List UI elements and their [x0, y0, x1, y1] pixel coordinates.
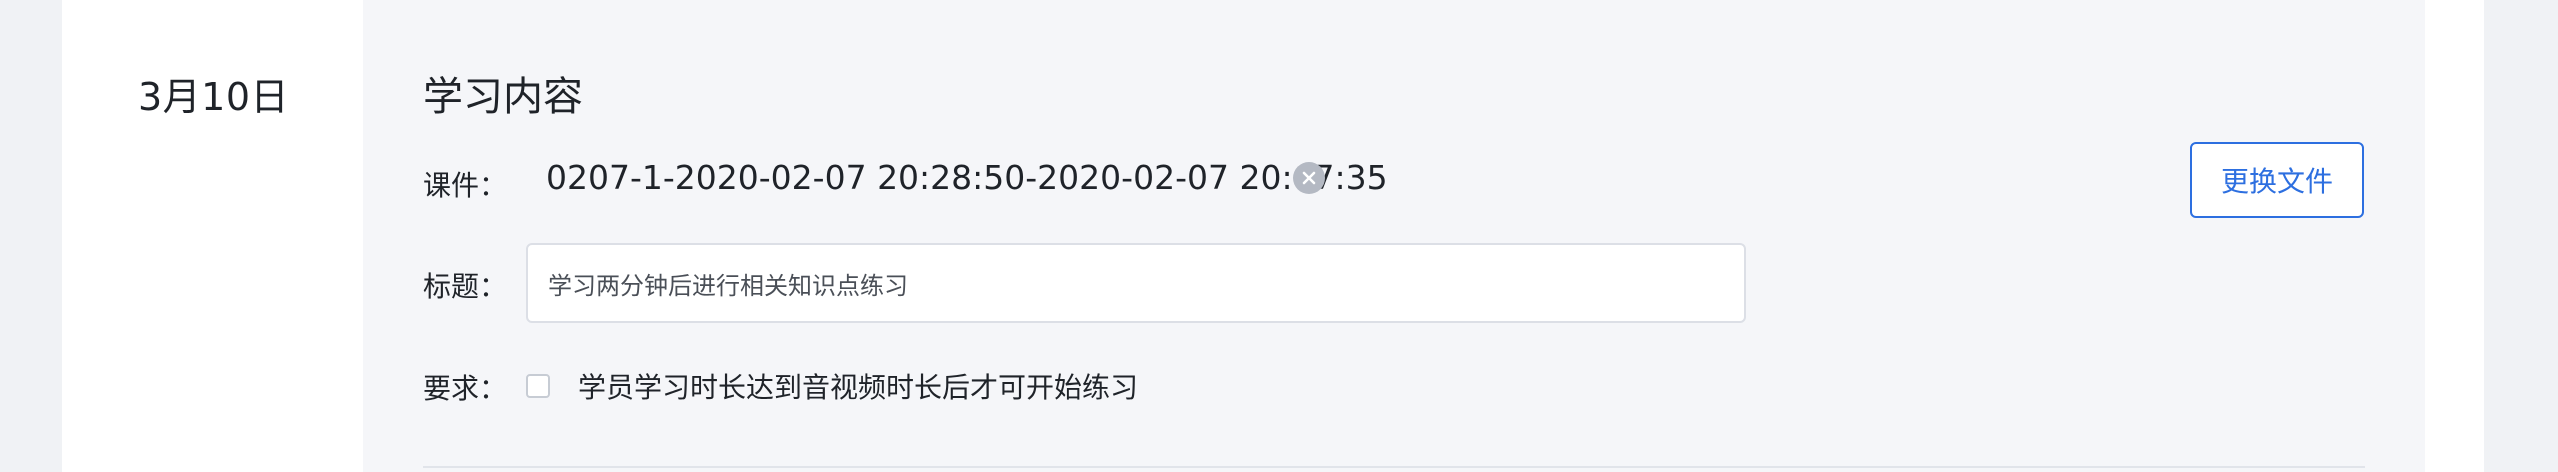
section-divider — [423, 466, 2365, 468]
schedule-date: 3月10日 — [138, 75, 290, 119]
title-input[interactable] — [526, 243, 1746, 323]
replace-file-button[interactable]: 更换文件 — [2190, 142, 2364, 218]
close-circle-icon[interactable] — [1293, 162, 1325, 194]
title-label: 标题： — [423, 270, 508, 303]
page: 3月10日 学习内容 课件： 0207-1-2020-02-07 20:28:5… — [0, 0, 2558, 472]
requirement-label: 要求： — [423, 372, 508, 405]
requirement-checkbox-label[interactable]: 学员学习时长达到音视频时长后才可开始练习 — [578, 366, 1138, 406]
section-title: 学习内容 — [423, 74, 583, 120]
courseware-file-name: 0207-1-2020-02-07 20:28:50-2020-02-07 20… — [546, 158, 1388, 197]
courseware-label: 课件： — [423, 169, 508, 202]
requirement-checkbox[interactable] — [526, 374, 550, 398]
